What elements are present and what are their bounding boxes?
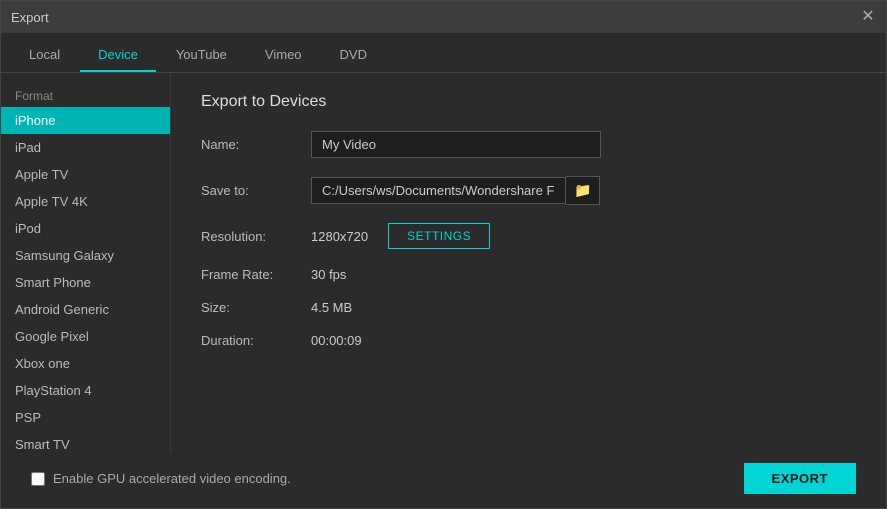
frame-rate-label: Frame Rate: xyxy=(201,267,311,282)
resolution-value: 1280x720 xyxy=(311,229,368,244)
sidebar-item-ipod[interactable]: iPod xyxy=(1,215,170,242)
save-to-row: Save to: 📁 xyxy=(201,176,856,205)
footer: Enable GPU accelerated video encoding. E… xyxy=(1,453,886,508)
save-to-input[interactable] xyxy=(311,177,566,204)
sidebar-item-ipad[interactable]: iPad xyxy=(1,134,170,161)
sidebar-section-format: Format xyxy=(1,83,170,107)
close-button[interactable]: ✕ xyxy=(860,9,876,25)
resolution-row: Resolution: 1280x720 SETTINGS xyxy=(201,223,856,249)
gpu-row: Enable GPU accelerated video encoding. xyxy=(31,471,291,486)
sidebar-item-iphone[interactable]: iPhone xyxy=(1,107,170,134)
browse-folder-button[interactable]: 📁 xyxy=(566,176,600,205)
tab-youtube[interactable]: YouTube xyxy=(158,39,245,72)
tab-vimeo[interactable]: Vimeo xyxy=(247,39,320,72)
path-row: 📁 xyxy=(311,176,600,205)
sidebar-item-appletv4k[interactable]: Apple TV 4K xyxy=(1,188,170,215)
duration-value: 00:00:09 xyxy=(311,333,362,348)
sidebar: Format iPhone iPad Apple TV Apple TV 4K … xyxy=(1,73,171,453)
tab-bar: Local Device YouTube Vimeo DVD xyxy=(1,33,886,73)
main-panel: Export to Devices Name: Save to: 📁 Resol… xyxy=(171,73,886,453)
tab-dvd[interactable]: DVD xyxy=(322,39,385,72)
tab-device[interactable]: Device xyxy=(80,39,156,72)
size-label: Size: xyxy=(201,300,311,315)
title-bar: Export ✕ xyxy=(1,1,886,33)
export-button[interactable]: EXPORT xyxy=(744,463,856,494)
export-devices-title: Export to Devices xyxy=(201,93,856,111)
frame-rate-row: Frame Rate: 30 fps xyxy=(201,267,856,282)
sidebar-item-psp[interactable]: PSP xyxy=(1,404,170,431)
gpu-checkbox[interactable] xyxy=(31,472,45,486)
sidebar-item-smartphone[interactable]: Smart Phone xyxy=(1,269,170,296)
duration-label: Duration: xyxy=(201,333,311,348)
sidebar-item-ps4[interactable]: PlayStation 4 xyxy=(1,377,170,404)
export-window: Export ✕ Local Device YouTube Vimeo DVD … xyxy=(0,0,887,509)
save-to-label: Save to: xyxy=(201,183,311,198)
sidebar-item-appletv[interactable]: Apple TV xyxy=(1,161,170,188)
window-title: Export xyxy=(11,10,49,25)
name-row: Name: xyxy=(201,131,856,158)
resolution-label: Resolution: xyxy=(201,229,311,244)
sidebar-item-xboxone[interactable]: Xbox one xyxy=(1,350,170,377)
duration-row: Duration: 00:00:09 xyxy=(201,333,856,348)
content-area: Format iPhone iPad Apple TV Apple TV 4K … xyxy=(1,73,886,453)
size-row: Size: 4.5 MB xyxy=(201,300,856,315)
resolution-values: 1280x720 SETTINGS xyxy=(311,223,490,249)
tab-local[interactable]: Local xyxy=(11,39,78,72)
sidebar-item-googlepixel[interactable]: Google Pixel xyxy=(1,323,170,350)
sidebar-item-smarttv[interactable]: Smart TV xyxy=(1,431,170,453)
settings-button[interactable]: SETTINGS xyxy=(388,223,490,249)
gpu-label: Enable GPU accelerated video encoding. xyxy=(53,471,291,486)
frame-rate-value: 30 fps xyxy=(311,267,346,282)
sidebar-item-samsung[interactable]: Samsung Galaxy xyxy=(1,242,170,269)
name-label: Name: xyxy=(201,137,311,152)
name-input[interactable] xyxy=(311,131,601,158)
size-value: 4.5 MB xyxy=(311,300,352,315)
sidebar-item-android[interactable]: Android Generic xyxy=(1,296,170,323)
